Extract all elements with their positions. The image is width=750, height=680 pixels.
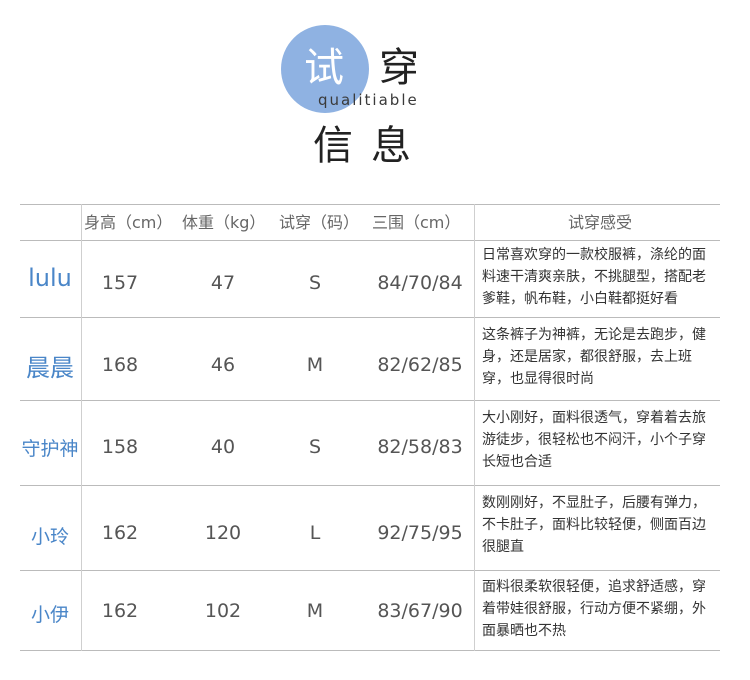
row-name: 小玲	[30, 526, 69, 548]
row-weight: 120	[204, 522, 242, 544]
row-name: lulu	[28, 264, 72, 292]
row-measure: 82/58/83	[377, 436, 463, 458]
row-size: S	[308, 272, 322, 294]
table-header-rule	[20, 240, 720, 241]
row-height: 157	[101, 272, 139, 294]
row-feel: 日常喜欢穿的一款校服裤，涤纶的面料速干清爽亲肤，不挑腿型，搭配老爹鞋，帆布鞋，小…	[482, 247, 706, 307]
title-section: 试 穿 qualitiable 信息	[0, 0, 750, 200]
title-word: 穿	[379, 45, 419, 91]
row-name: 晨晨	[26, 354, 74, 382]
row-weight: 102	[204, 600, 242, 622]
row-measure: 83/67/90	[377, 600, 463, 622]
title-heading: 信息	[313, 123, 429, 169]
header-size: 试穿（码）	[279, 213, 360, 232]
table-bottom-rule	[20, 650, 720, 651]
row-weight: 47	[210, 272, 236, 294]
row-size: M	[306, 354, 324, 376]
row-name: 小伊	[30, 604, 69, 626]
title-subtitle: qualitiable	[318, 91, 419, 109]
table-row-rule	[20, 570, 720, 571]
header-height: 身高（cm）	[84, 213, 173, 232]
row-feel: 大小刚好，面料很透气，穿着着去旅游徒步，很轻松也不闷汗，小个子穿长短也合适	[482, 410, 706, 470]
row-feel: 数刚刚好，不显肚子，后腰有弹力，不卡肚子，面料比较轻便，侧面百边很腿直	[482, 495, 706, 555]
row-size: S	[308, 436, 322, 458]
row-size: M	[306, 600, 324, 622]
header-feel: 试穿感受	[567, 213, 632, 232]
row-feel: 这条裤子为神裤，无论是去跑步，健身，还是居家，都很舒服，去上班穿，也显得很时尚	[482, 327, 706, 387]
row-height: 158	[101, 436, 139, 458]
table-row-rule	[20, 317, 720, 318]
header-measure: 三围（cm）	[372, 213, 461, 232]
fitting-info-table: 身高（cm） 体重（kg） 试穿（码） 三围（cm） 试穿感受 lulu 157…	[20, 204, 720, 651]
row-weight: 40	[210, 436, 236, 458]
row-height: 162	[101, 600, 139, 622]
row-measure: 84/70/84	[377, 272, 463, 294]
header-weight: 体重（kg）	[182, 213, 266, 232]
row-measure: 92/75/95	[377, 522, 463, 544]
row-height: 162	[101, 522, 139, 544]
title-badge-char: 试	[304, 45, 344, 91]
row-feel: 面料很柔软很轻便，追求舒适感，穿着带娃很舒服，行动方便不紧绷，外面暴晒也不热	[482, 579, 706, 639]
table-row-rule	[20, 400, 720, 401]
row-name: 守护神	[21, 438, 79, 460]
row-weight: 46	[210, 354, 236, 376]
row-height: 168	[101, 354, 139, 376]
row-measure: 82/62/85	[377, 354, 463, 376]
row-size: L	[309, 522, 321, 544]
table-column-divider	[474, 204, 475, 651]
table-column-divider	[81, 204, 82, 651]
table-row-rule	[20, 485, 720, 486]
